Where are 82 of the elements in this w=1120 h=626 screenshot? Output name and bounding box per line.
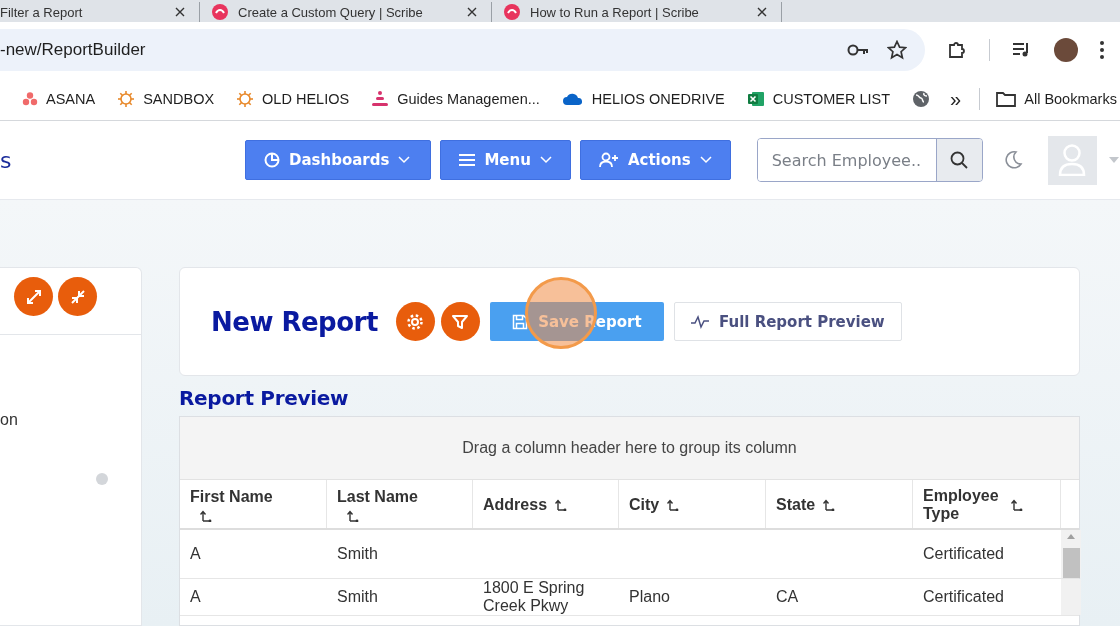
bookmark[interactable]: HELIOS ONEDRIVE: [561, 91, 725, 107]
dots-icon: [22, 91, 38, 107]
close-icon[interactable]: [175, 7, 185, 17]
search-button[interactable]: [935, 139, 982, 181]
nav-dropdown-button[interactable]: Dashboards: [245, 140, 432, 180]
spreadsheet-icon: [746, 90, 765, 108]
moon-icon[interactable]: [1002, 150, 1023, 170]
cloud-icon: [561, 92, 584, 106]
table-cell: A: [190, 588, 201, 606]
column-header[interactable]: Employee Type: [913, 480, 1061, 528]
user-icon: [1058, 144, 1087, 176]
nav-dropdown-button[interactable]: Actions: [579, 140, 731, 180]
profile-avatar[interactable]: [1054, 38, 1078, 62]
settings-icon: [406, 312, 425, 331]
full-report-preview-button[interactable]: Full Report Preview: [673, 302, 902, 341]
bookmark[interactable]: OLD HELIOS: [236, 90, 350, 108]
sort-icon[interactable]: [1011, 499, 1023, 511]
puzzle-icon[interactable]: [947, 40, 967, 60]
column-header[interactable]: City: [619, 480, 766, 528]
status-dot: [96, 473, 108, 485]
folder-icon: [996, 91, 1017, 107]
table-cell: Certificated: [923, 545, 1004, 563]
menu-icon: [459, 153, 476, 167]
nav-dropdown-button[interactable]: Menu: [440, 140, 571, 180]
column-header[interactable]: Last Name: [327, 480, 473, 528]
scrollbar-thumb[interactable]: [1063, 548, 1080, 578]
table-cell: CA: [776, 588, 799, 606]
table-cell-text: 1800 E Spring Creek Pkwy: [483, 579, 586, 615]
address-bar[interactable]: -new/ReportBuilder: [0, 29, 925, 71]
bookmarks-overflow[interactable]: »: [950, 87, 962, 111]
sort-icon[interactable]: [667, 499, 680, 511]
browser-tab[interactable]: Create a Custom Query | Scribe: [200, 2, 492, 22]
close-icon[interactable]: [757, 7, 767, 17]
chevron-down-icon: [539, 156, 552, 164]
section-heading: Report Preview: [179, 386, 350, 410]
globe-icon[interactable]: [912, 90, 931, 108]
filter-icon: [452, 313, 469, 330]
sun-icon: [236, 90, 255, 108]
bookmark[interactable]: SANDBOX: [117, 90, 215, 108]
browser-tab[interactable]: How to Run a Report | Scribe: [492, 2, 782, 22]
pulse-icon: [690, 314, 709, 329]
expand-icon: [25, 288, 42, 305]
table-cell: Plano: [629, 588, 670, 606]
tab-favicon-icon: [212, 4, 228, 20]
table-cell: Smith: [337, 545, 378, 563]
collapse-button[interactable]: [58, 277, 97, 316]
search-field[interactable]: Search Employee..: [756, 138, 983, 182]
table-cell: Smith: [337, 588, 378, 606]
close-icon[interactable]: [467, 7, 477, 17]
sort-icon[interactable]: [555, 499, 568, 511]
expand-button[interactable]: [14, 277, 53, 316]
app-title: s: [0, 147, 13, 173]
browser-tab[interactable]: Filter a Report: [0, 2, 200, 22]
all-bookmarks[interactable]: All Bookmarks: [979, 88, 1117, 110]
user-plus-icon: [598, 152, 619, 168]
filter-button[interactable]: [440, 302, 480, 341]
report-title: New Report: [211, 306, 378, 337]
sort-icon[interactable]: [823, 499, 836, 511]
sort-icon[interactable]: [200, 510, 212, 522]
column-header[interactable]: State: [766, 480, 913, 528]
bookmark[interactable]: CUSTOMER LIST: [746, 90, 891, 108]
sun-icon: [117, 90, 136, 108]
chevron-down-icon: [398, 156, 411, 164]
search-icon: [950, 151, 969, 169]
group-hint: Drag a column header here to group its column: [462, 439, 797, 457]
star-icon[interactable]: [887, 40, 907, 60]
chevron-down-icon: [699, 156, 712, 164]
sidebar-text: on: [0, 411, 19, 429]
stack-icon: [371, 90, 390, 108]
tab-favicon-icon: [504, 4, 520, 20]
table-cell: Certificated: [923, 588, 1004, 606]
bookmark[interactable]: Guides Managemen...: [371, 90, 540, 108]
table-cell: A: [190, 545, 201, 563]
collapse-icon: [69, 288, 86, 305]
bookmark[interactable]: ASANA: [22, 91, 96, 107]
sort-icon[interactable]: [347, 510, 359, 522]
column-header[interactable]: First Name: [180, 480, 327, 528]
more-icon[interactable]: [1100, 41, 1104, 59]
settings-button[interactable]: [395, 302, 435, 341]
pie-chart-icon: [264, 152, 280, 168]
key-icon[interactable]: [847, 44, 869, 56]
column-header[interactable]: Address: [473, 480, 619, 528]
